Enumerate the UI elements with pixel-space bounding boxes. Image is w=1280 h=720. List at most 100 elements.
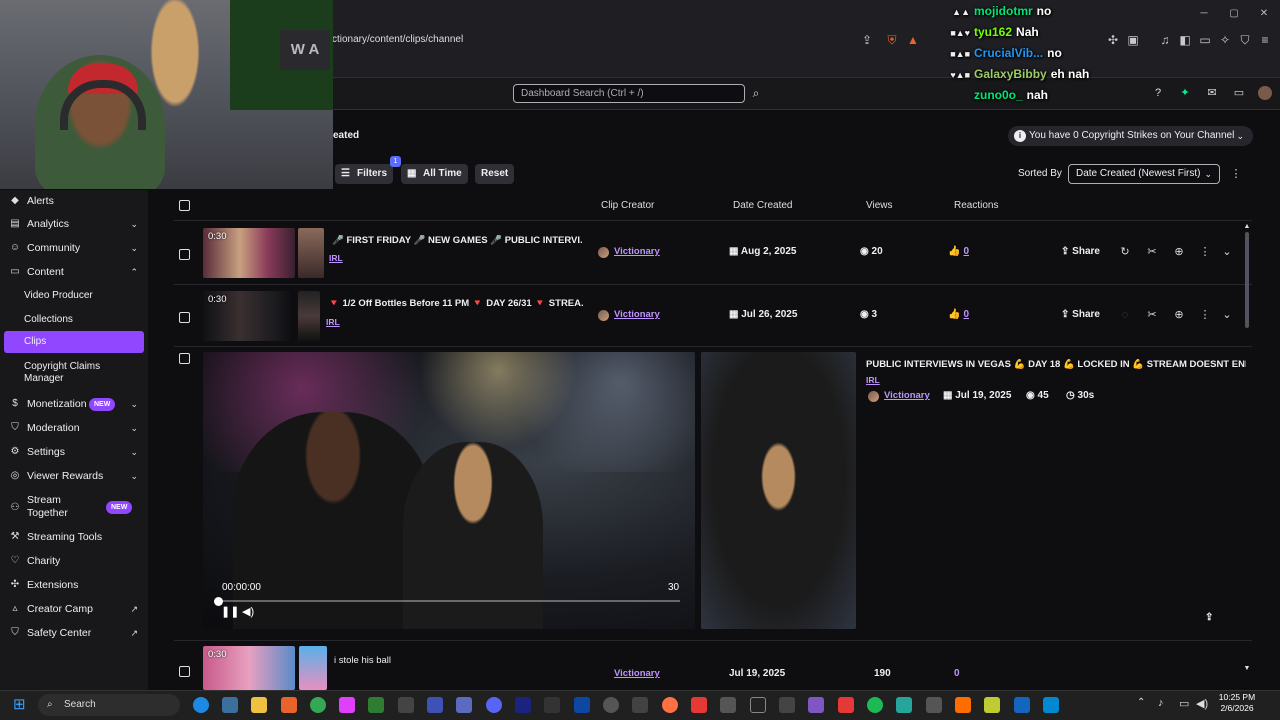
copyright-strikes-banner[interactable]: i You have 0 Copyright Strikes on Your C… [1008, 126, 1253, 146]
taskbar-clock[interactable]: 10:25 PM 2/6/2026 [1212, 692, 1262, 714]
scrollbar-thumb[interactable] [1245, 232, 1249, 328]
brave-rewards-icon[interactable]: ▲ [906, 33, 920, 47]
clip-vertical-thumbnail[interactable] [298, 228, 324, 278]
row-checkbox[interactable] [179, 353, 190, 364]
reactions[interactable]: 👍 0 [948, 246, 969, 257]
sidebar-toggle-icon[interactable]: ◧ [1178, 33, 1192, 47]
app-icon[interactable] [750, 697, 766, 713]
all-time-button[interactable]: ▦ All Time [401, 164, 468, 184]
chrome-icon[interactable] [310, 697, 326, 713]
app-icon[interactable] [632, 697, 648, 713]
app-icon[interactable] [603, 697, 619, 713]
sidebar-item-clips[interactable]: Clips [4, 331, 144, 353]
player-progress-bar[interactable] [218, 600, 680, 602]
music-icon[interactable] [691, 697, 707, 713]
app-icon[interactable] [427, 697, 443, 713]
sidebar-item-video-producer[interactable]: Video Producer [0, 290, 148, 301]
volume-icon[interactable]: ◀) [1196, 697, 1208, 710]
sidebar-item-monetization[interactable]: $ Monetization NEW ⌄ [0, 393, 148, 415]
dashboard-search-input[interactable]: Dashboard Search (Ctrl + /) [513, 84, 745, 103]
photoshop-icon[interactable] [574, 697, 590, 713]
clip-creator-link[interactable]: Victionary [614, 246, 660, 257]
chevron-down-icon[interactable]: ⌄ [1220, 245, 1234, 259]
microphone-icon[interactable]: ♪ [1158, 697, 1164, 709]
pause-icon[interactable]: ❚❚ [221, 605, 239, 618]
more-options-icon[interactable]: ⋮ [1198, 308, 1212, 322]
clip-video-player[interactable] [203, 352, 695, 629]
chat-icon[interactable]: ▭ [1232, 86, 1246, 100]
app-icon[interactable] [368, 697, 384, 713]
app-icon[interactable] [339, 697, 355, 713]
clip-thumbnail[interactable]: 0:30 [203, 291, 295, 341]
scroll-up-icon[interactable]: ▲ [1240, 220, 1254, 234]
column-views[interactable]: Views [866, 200, 893, 211]
filters-button[interactable]: ☰ Filters [335, 164, 394, 184]
leo-icon[interactable]: ✧ [1218, 33, 1232, 47]
sidebar-item-moderation[interactable]: ⛉ Moderation ⌄ [0, 417, 148, 439]
refresh-icon[interactable]: ↻ [1118, 245, 1132, 259]
reset-button[interactable]: Reset [475, 164, 515, 184]
vpn-icon[interactable]: ⛉ [1238, 33, 1252, 47]
app-icon[interactable] [515, 697, 531, 713]
sidebar-item-streaming-tools[interactable]: ⚒ Streaming Tools [0, 526, 148, 548]
clip-thumbnail[interactable]: 0:30 [203, 228, 295, 278]
chevron-down-icon[interactable]: ⌄ [1220, 308, 1234, 322]
brave-shield-icon[interactable]: ⛨ [885, 33, 899, 47]
close-icon[interactable]: ✕ [1257, 8, 1271, 20]
scroll-down-icon[interactable]: ▼ [1240, 662, 1254, 676]
app-icon[interactable] [896, 697, 912, 713]
more-options-icon[interactable]: ⋮ [1229, 167, 1243, 181]
clip-title[interactable]: 🎤 FIRST FRIDAY 🎤 NEW GAMES 🎤 PUBLIC INTE… [332, 235, 582, 246]
settings-app-icon[interactable] [222, 697, 238, 713]
taskbar-search[interactable]: ⌕ Search [38, 694, 180, 716]
sidebar-item-collections[interactable]: Collections [0, 314, 148, 325]
avatar[interactable] [1258, 86, 1272, 100]
column-date-created[interactable]: Date Created [733, 200, 792, 211]
mail-icon[interactable]: ✉ [1205, 86, 1219, 100]
app-icon[interactable] [779, 697, 795, 713]
row-checkbox[interactable] [179, 249, 190, 260]
discord-icon[interactable] [486, 697, 502, 713]
more-options-icon[interactable]: ⋮ [1198, 245, 1212, 259]
app-icon[interactable] [926, 697, 942, 713]
share-button[interactable]: ⇪ Share [1200, 608, 1246, 628]
app-icon[interactable] [955, 697, 971, 713]
clip-title[interactable]: i stole his ball [334, 655, 534, 666]
chevron-up-icon[interactable]: ⌃ [1137, 697, 1145, 708]
category-link[interactable]: IRL [866, 375, 880, 385]
app-icon[interactable] [456, 697, 472, 713]
brave-icon[interactable] [281, 697, 297, 713]
edge-icon[interactable] [193, 697, 209, 713]
minimize-icon[interactable]: ─ [1197, 8, 1211, 20]
app-icon[interactable] [544, 697, 560, 713]
app-icon[interactable] [838, 697, 854, 713]
clip-creator-link[interactable]: Victionary [884, 390, 930, 401]
wallet-icon[interactable]: ▭ [1198, 33, 1212, 47]
sidebar-item-alerts[interactable]: ◆ Alerts [0, 190, 148, 212]
add-icon[interactable]: ⊕ [1172, 308, 1186, 322]
clip-vertical-preview[interactable] [701, 352, 856, 629]
row-checkbox[interactable] [179, 312, 190, 323]
clip-title[interactable]: PUBLIC INTERVIEWS IN VEGAS 💪 DAY 18 💪 LO… [866, 359, 1246, 370]
sidebar-item-content[interactable]: ▭ Content ⌃ [0, 261, 148, 283]
app-icon[interactable] [720, 697, 736, 713]
windows-start-icon[interactable]: ⊞ [13, 697, 29, 713]
spotify-icon[interactable] [867, 697, 883, 713]
app-icon[interactable] [1043, 697, 1059, 713]
firefox-icon[interactable] [662, 697, 678, 713]
sidebar-item-creator-camp[interactable]: ▵ Creator Camp ↗ [0, 598, 148, 620]
steam-icon[interactable] [1014, 697, 1030, 713]
app-icon[interactable] [398, 697, 414, 713]
clip-vertical-thumbnail[interactable] [298, 291, 320, 341]
category-link[interactable]: IRL [329, 253, 343, 263]
share-button[interactable]: ⇪ Share [1056, 305, 1105, 325]
app-icon[interactable] [984, 697, 1000, 713]
clip-creator-link[interactable]: Victionary [614, 668, 660, 679]
column-clip-creator[interactable]: Clip Creator [601, 200, 654, 211]
spark-icon[interactable]: ✦ [1178, 86, 1192, 100]
menu-icon[interactable]: ≡ [1258, 33, 1272, 47]
column-reactions[interactable]: Reactions [954, 200, 998, 211]
volume-icon[interactable]: ◀) [242, 605, 254, 618]
scissors-icon[interactable]: ✂ [1145, 308, 1159, 322]
scissors-icon[interactable]: ✂ [1145, 245, 1159, 259]
